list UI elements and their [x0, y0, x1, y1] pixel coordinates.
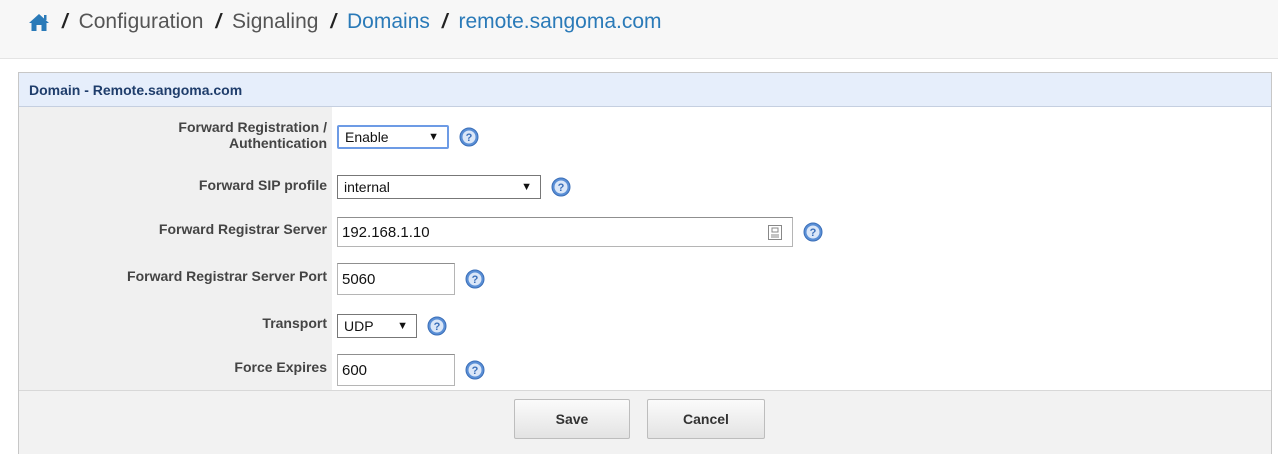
- chevron-down-icon: ▼: [397, 320, 408, 332]
- forward-registrar-server-input[interactable]: 192.168.1.10: [337, 217, 793, 247]
- form-actions: Save Cancel: [19, 390, 1271, 454]
- forward-registrar-server-value: 192.168.1.10: [342, 223, 430, 241]
- forward-sip-profile-value: internal: [344, 179, 390, 195]
- help-icon[interactable]: ?: [459, 127, 479, 147]
- breadcrumb-domains[interactable]: Domains: [347, 10, 430, 34]
- help-icon[interactable]: ?: [803, 222, 823, 242]
- transport-label: Transport: [262, 315, 327, 331]
- breadcrumb-current-domain[interactable]: remote.sangoma.com: [458, 10, 661, 34]
- breadcrumb: / Configuration / Signaling / Domains / …: [28, 8, 662, 36]
- svg-text:?: ?: [434, 321, 441, 333]
- forward-registrar-server-label: Forward Registrar Server: [158, 221, 327, 237]
- domain-panel: Domain - Remote.sangoma.com Forward Regi…: [18, 72, 1272, 454]
- breadcrumb-separator: /: [441, 10, 448, 33]
- chevron-down-icon: ▼: [428, 131, 439, 143]
- labels-column: Forward Registration / Authentication Fo…: [19, 107, 332, 390]
- forward-sip-profile-label: Forward SIP profile: [198, 177, 327, 193]
- force-expires-input[interactable]: 600: [337, 354, 455, 386]
- forward-registration-label-line1: Forward Registration /: [178, 119, 327, 135]
- breadcrumb-configuration: Configuration: [78, 10, 204, 33]
- svg-text:?: ?: [810, 227, 817, 239]
- forward-registration-label: Forward Registration / Authentication: [178, 119, 327, 151]
- help-icon[interactable]: ?: [551, 177, 571, 197]
- save-button[interactable]: Save: [514, 399, 630, 439]
- forward-registrar-server-port-label: Forward Registrar Server Port: [127, 268, 327, 284]
- transport-value: UDP: [344, 318, 374, 334]
- panel-title: Domain - Remote.sangoma.com: [19, 73, 1271, 107]
- forward-registrar-server-port-input[interactable]: 5060: [337, 263, 455, 295]
- home-icon[interactable]: [28, 12, 50, 32]
- forward-sip-profile-select[interactable]: internal ▼: [337, 175, 541, 199]
- svg-text:?: ?: [472, 365, 479, 377]
- help-icon[interactable]: ?: [465, 269, 485, 289]
- breadcrumb-separator: /: [62, 10, 68, 33]
- breadcrumb-separator: /: [330, 10, 337, 33]
- forward-registration-label-line2: Authentication: [229, 135, 327, 151]
- force-expires-label: Force Expires: [234, 359, 327, 375]
- breadcrumb-signaling: Signaling: [232, 10, 319, 33]
- force-expires-value: 600: [342, 361, 368, 379]
- top-bar: / Configuration / Signaling / Domains / …: [0, 0, 1278, 59]
- svg-text:?: ?: [558, 182, 565, 194]
- forward-registration-value: Enable: [345, 129, 389, 145]
- chevron-down-icon: ▼: [521, 181, 532, 193]
- breadcrumb-separator: /: [215, 10, 222, 33]
- forward-registrar-server-port-value: 5060: [342, 270, 376, 288]
- cancel-button[interactable]: Cancel: [647, 399, 765, 439]
- transport-select[interactable]: UDP ▼: [337, 314, 417, 338]
- svg-text:?: ?: [466, 132, 473, 144]
- autofill-icon[interactable]: [768, 225, 782, 240]
- svg-text:?: ?: [472, 274, 479, 286]
- fields-column: Enable ▼ ? internal ▼ ? 192.168.1.10 ? 5…: [332, 107, 1271, 390]
- help-icon[interactable]: ?: [465, 360, 485, 380]
- help-icon[interactable]: ?: [427, 316, 447, 336]
- forward-registration-select[interactable]: Enable ▼: [337, 125, 449, 149]
